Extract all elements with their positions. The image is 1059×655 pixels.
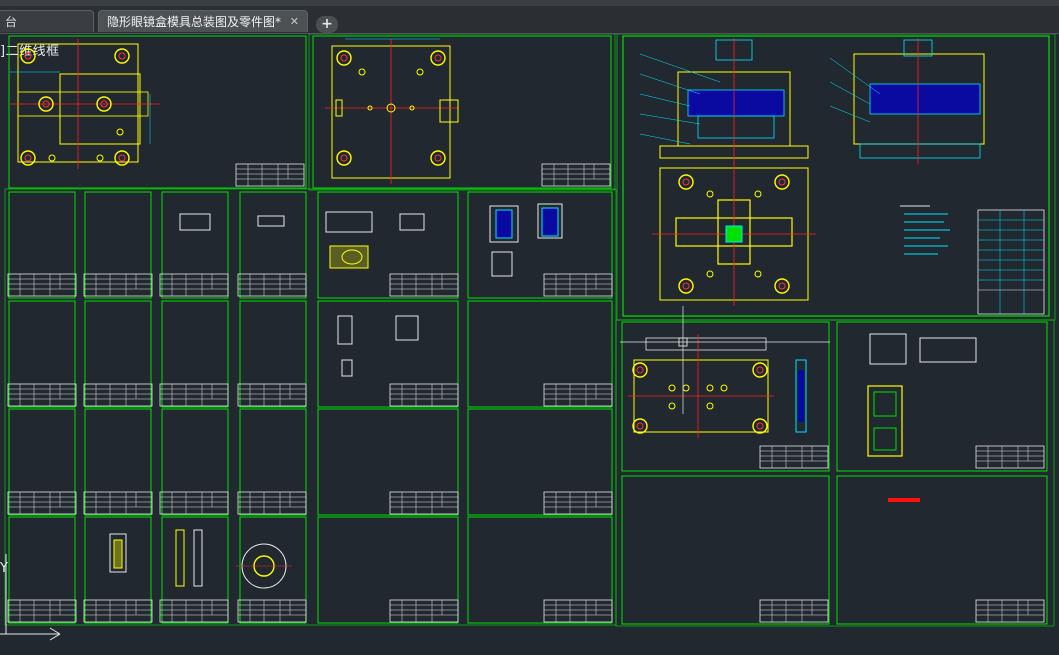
close-icon[interactable]: ✕	[290, 11, 299, 33]
ucs-axis-label: Y	[0, 561, 8, 576]
drawing-canvas[interactable]: Y	[0, 34, 1059, 655]
mold-assembly-section	[639, 38, 985, 164]
plate-view-2	[325, 38, 459, 184]
plus-icon[interactable]: +	[316, 16, 338, 33]
tab-active-drawing[interactable]: 隐形眼镜盒模具总装图及零件图* ✕	[98, 10, 308, 32]
tab-start[interactable]: 台	[0, 10, 94, 32]
plate-view-3	[628, 334, 807, 438]
highlight-mark	[888, 498, 920, 502]
document-tab-bar: 台 隐形眼镜盒模具总装图及零件图* ✕ +	[0, 6, 1059, 34]
tab-active-label: 隐形眼镜盒模具总装图及零件图*	[107, 15, 282, 29]
mold-plan-view	[652, 162, 816, 306]
plate-view-1	[10, 39, 160, 169]
tab-start-label: 台	[5, 15, 18, 29]
part-views	[109, 203, 563, 589]
title-blocks	[7, 163, 1045, 623]
drawing-frames	[4, 34, 1056, 627]
technical-notes	[900, 205, 950, 255]
plate-view-4	[867, 333, 977, 457]
